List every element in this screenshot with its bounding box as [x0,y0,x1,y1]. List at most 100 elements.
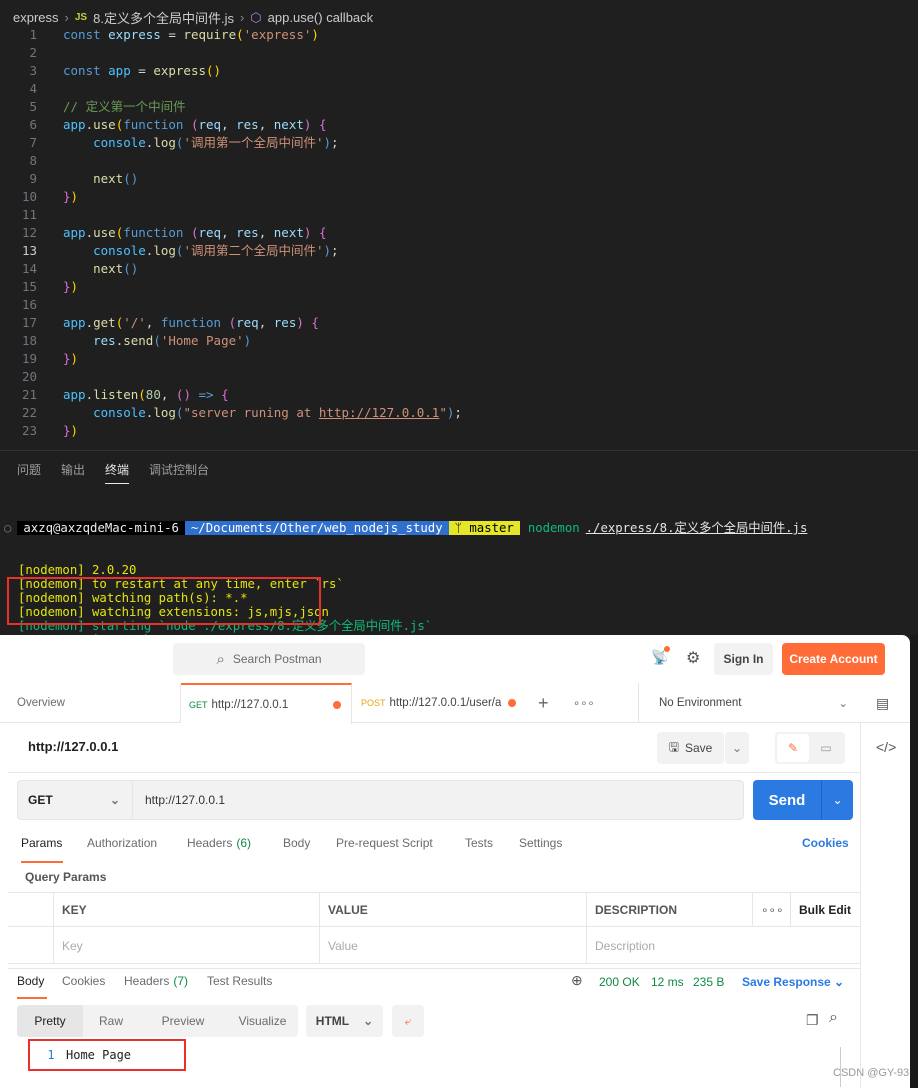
request-tab[interactable]: Body [283,836,310,850]
code-line[interactable]: 15}) [0,278,918,296]
code-line[interactable]: 16 [0,296,918,314]
line-number: 23 [21,423,37,438]
panel-tabs: 问题 输出 终端 调试控制台 [17,461,209,484]
copy-icon[interactable]: ❐ [806,1012,819,1029]
line-text: app.use(function (req, res, next) { [63,117,327,132]
send-dropdown[interactable]: ⌄ [821,780,853,820]
code-line[interactable]: 21 app.listen(80, () => { [0,386,918,404]
save-dropdown[interactable]: ⌄ [725,732,749,764]
code-editor[interactable]: express › JS 8.定义多个全局中间件.js › ⬡ app.use() … [0,0,918,450]
panel-tab[interactable]: 输出 [61,461,85,484]
request-tab[interactable]: Settings [519,836,562,850]
watermark: CSDN @GY-93 [833,1067,910,1079]
code-lines[interactable]: 1 const express = require('express') 2 3 con… [0,26,918,440]
code-line[interactable]: 9 next() [0,170,918,188]
code-line[interactable]: 4 [0,80,918,98]
code-line[interactable]: 22 console.log("server runing at http://… [0,404,918,422]
code-line[interactable]: 2 [0,44,918,62]
request-tab[interactable]: Headers (6) [187,836,251,850]
panel-tab[interactable]: 问题 [17,461,41,484]
response-size[interactable]: 235 B [693,975,724,989]
create-account-button[interactable]: Create Account [782,643,885,675]
line-number: 16 [21,297,37,312]
format-select[interactable]: HTML ⌄ [306,1005,383,1037]
view-mode-raw[interactable]: Raw [83,1005,139,1037]
edit-icon[interactable]: ✎ [777,734,809,762]
method-select[interactable]: GET ⌄ [18,781,133,819]
code-line[interactable]: 11 [0,206,918,224]
breadcrumb-symbol[interactable]: app.use() callback [268,10,374,25]
code-line[interactable]: 7 console.log('调用第一个全局中间件'); [0,134,918,152]
more-options-icon[interactable]: ∘∘∘ [752,893,790,926]
save-button[interactable]: 🖫 Save [657,732,724,764]
line-number: 11 [21,207,37,222]
code-line[interactable]: 1 const express = require('express') [0,26,918,44]
key-input[interactable]: Key [53,927,319,964]
col-value: VALUE [319,893,586,926]
request-tab[interactable]: Authorization [87,836,157,850]
status-code[interactable]: 200 OK [599,975,640,989]
view-mode-preview[interactable]: Preview [139,1005,227,1037]
code-line[interactable]: 10}) [0,188,918,206]
line-number: 1 [29,27,37,42]
tab-post-request[interactable]: POST http://127.0.0.1/user/a [352,683,524,723]
code-line[interactable]: 6 app.use(function (req, res, next) { [0,116,918,134]
line-text: app.use(function (req, res, next) { [63,225,327,240]
code-line[interactable]: 20 [0,368,918,386]
line-text: const app = express() [63,63,222,78]
comment-icon[interactable]: ▭ [809,741,843,755]
search-response-icon[interactable]: ⌕ [829,1009,838,1027]
code-line[interactable]: 5 // 定义第一个中间件 [0,98,918,116]
globe-icon[interactable]: ⊕ [571,972,583,989]
symbol-method-icon: ⬡ [250,9,262,25]
response-time[interactable]: 12 ms [651,975,684,989]
request-tab[interactable]: Params [21,836,62,850]
terminal-prompt: ○ axzq@axzqdeMac-mini-6 ~/Documents/Othe… [0,521,807,535]
response-tab[interactable]: Body [17,974,44,988]
code-line[interactable]: 18 res.send('Home Page') [0,332,918,350]
chevron-down-icon: ⌄ [838,698,848,710]
response-tab[interactable]: Test Results [207,974,272,988]
response-tab[interactable]: Headers (7) [124,974,188,988]
panel-tab[interactable]: 终端 [105,461,130,484]
code-line[interactable]: 23}) [0,422,918,440]
new-tab-button[interactable]: + [538,683,549,723]
line-number: 8 [29,153,37,168]
code-line[interactable]: 3 const app = express() [0,62,918,80]
search-input[interactable]: ⌕ Search Postman [173,643,365,675]
view-mode-pretty[interactable]: Pretty [17,1005,83,1037]
code-line[interactable]: 19}) [0,350,918,368]
code-line[interactable]: 17 app.get('/', function (req, res) { [0,314,918,332]
environment-quick-look-icon[interactable]: ▤ [876,683,889,723]
bulk-edit-button[interactable]: Bulk Edit [790,893,860,926]
cookies-link[interactable]: Cookies [802,836,849,850]
more-tabs-icon[interactable]: ∘∘∘ [573,683,595,723]
send-button[interactable]: Send [753,780,821,820]
line-number: 12 [21,225,37,240]
value-input[interactable]: Value [319,927,586,964]
description-input[interactable]: Description [586,927,860,964]
environment-select[interactable]: No Environment ⌄ [638,683,860,723]
code-icon[interactable]: </> [876,739,896,755]
response-tab[interactable]: Cookies [62,974,105,988]
line-text: app.get('/', function (req, res) { [63,315,319,330]
view-mode-visualize[interactable]: Visualize [227,1005,298,1037]
tab-get-request[interactable]: GET http://127.0.0.1 [181,683,352,724]
save-response-button[interactable]: Save Response ⌄ [742,975,844,989]
breadcrumb-folder[interactable]: express [13,10,59,25]
url-input[interactable]: http://127.0.0.1 [133,793,225,807]
code-line[interactable]: 12 app.use(function (req, res, next) { [0,224,918,242]
code-line[interactable]: 13 console.log('调用第二个全局中间件'); [0,242,918,260]
tab-overview[interactable]: Overview [0,683,181,723]
line-number: 13 [21,243,37,258]
gear-icon[interactable]: ⚙ [686,648,700,668]
request-tab[interactable]: Pre-request Script [336,836,433,850]
code-line[interactable]: 8 [0,152,918,170]
sign-in-button[interactable]: Sign In [714,643,773,675]
wrap-lines-icon[interactable]: ⤶ [392,1005,424,1037]
breadcrumb-file[interactable]: 8.定义多个全局中间件.js [93,8,234,27]
request-tab[interactable]: Tests [465,836,493,850]
response-body[interactable]: 1 Home Page [28,1039,186,1071]
code-line[interactable]: 14 next() [0,260,918,278]
panel-tab[interactable]: 调试控制台 [149,461,209,484]
